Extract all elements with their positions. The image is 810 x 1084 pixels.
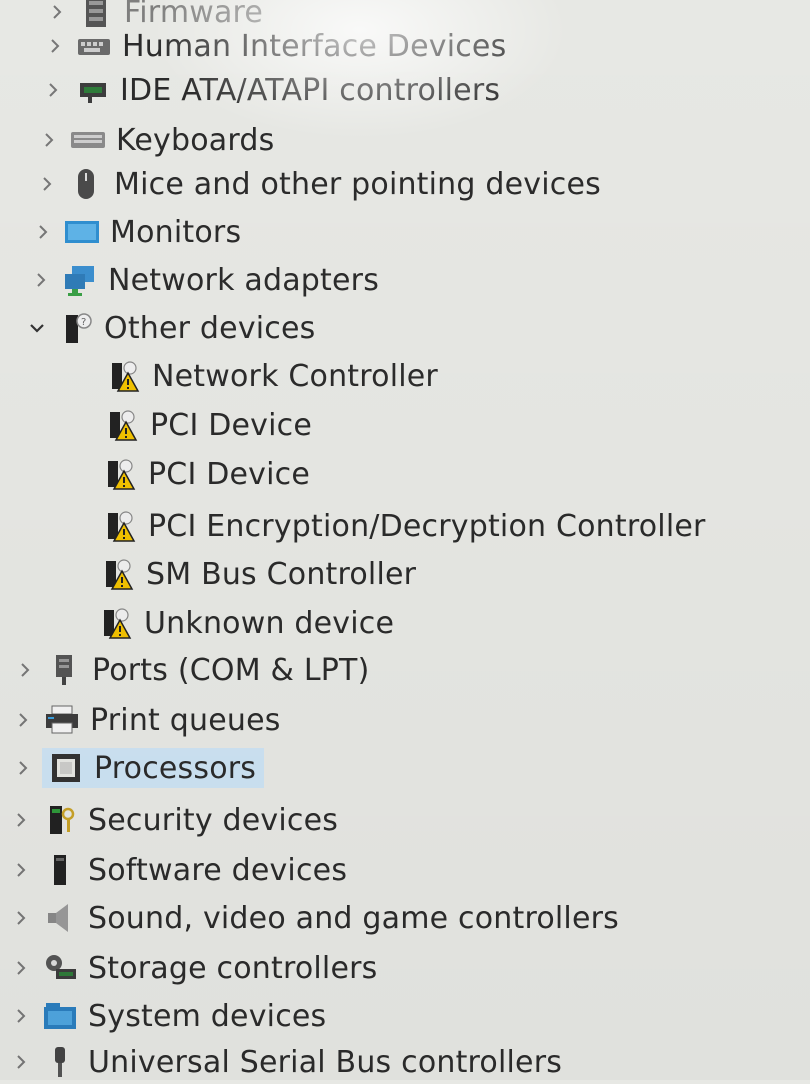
tree-item-pci-device[interactable]: PCI Device bbox=[102, 403, 312, 447]
chevron-right-icon[interactable] bbox=[8, 1049, 34, 1075]
tree-item-label: Software devices bbox=[88, 852, 348, 888]
security-device-icon bbox=[40, 802, 80, 838]
selection-highlight[interactable]: Processors bbox=[42, 748, 265, 788]
system-devices-icon bbox=[40, 998, 80, 1034]
tree-item-network-adapters[interactable]: Network adapters bbox=[28, 258, 379, 302]
tree-item-label: Mice and other pointing devices bbox=[114, 166, 601, 202]
chevron-right-icon[interactable] bbox=[44, 0, 70, 25]
tree-item-label: PCI Device bbox=[150, 407, 313, 443]
chevron-right-icon[interactable] bbox=[8, 857, 34, 883]
software-device-icon bbox=[40, 852, 80, 888]
unknown-device-warning-icon bbox=[102, 407, 142, 443]
network-adapter-icon bbox=[60, 262, 100, 298]
tree-item-label: Sound, video and game controllers bbox=[88, 900, 619, 936]
tree-item-label: IDE ATA/ATAPI controllers bbox=[120, 72, 501, 108]
tree-item-label: Ports (COM & LPT) bbox=[92, 652, 370, 688]
chevron-right-icon[interactable] bbox=[8, 807, 34, 833]
tree-item-other-devices[interactable]: ? Other devices bbox=[24, 306, 316, 350]
chevron-right-icon[interactable] bbox=[8, 1003, 34, 1029]
chevron-right-icon[interactable] bbox=[8, 955, 34, 981]
tree-item-label: Other devices bbox=[104, 310, 316, 346]
tree-item-ports[interactable]: Ports (COM & LPT) bbox=[12, 648, 370, 692]
tree-item-human-interface-devices[interactable]: Human Interface Devices bbox=[42, 24, 506, 68]
tree-item-ide-ata-atapi-controllers[interactable]: IDE ATA/ATAPI controllers bbox=[40, 68, 500, 112]
tree-item-software-devices[interactable]: Software devices bbox=[8, 848, 347, 892]
tree-item-network-controller[interactable]: Network Controller bbox=[104, 354, 438, 398]
tree-item-sm-bus-controller[interactable]: SM Bus Controller bbox=[98, 552, 416, 596]
unknown-device-warning-icon bbox=[98, 556, 138, 592]
tree-item-system-devices[interactable]: System devices bbox=[8, 994, 326, 1038]
unknown-device-warning-icon bbox=[100, 508, 140, 544]
tree-item-label: Security devices bbox=[88, 802, 339, 838]
unknown-device-warning-icon bbox=[96, 605, 136, 641]
tree-item-sound-video-game-controllers[interactable]: Sound, video and game controllers bbox=[8, 896, 619, 940]
chevron-right-icon[interactable] bbox=[40, 77, 66, 103]
tree-item-label: Keyboards bbox=[116, 122, 275, 158]
unknown-device-warning-icon bbox=[104, 358, 144, 394]
svg-text:?: ? bbox=[81, 317, 86, 328]
other-devices-icon: ? bbox=[56, 310, 96, 346]
hid-icon bbox=[74, 28, 114, 64]
tree-item-keyboards[interactable]: Keyboards bbox=[36, 118, 274, 162]
tree-item-label: SM Bus Controller bbox=[146, 556, 417, 592]
chevron-right-icon[interactable] bbox=[12, 657, 38, 683]
tree-item-label: Print queues bbox=[90, 702, 281, 738]
tree-item-label: Network Controller bbox=[152, 358, 438, 394]
keyboard-icon bbox=[68, 122, 108, 158]
usb-icon bbox=[40, 1044, 80, 1080]
chevron-right-icon[interactable] bbox=[28, 267, 54, 293]
tree-item-label: Human Interface Devices bbox=[122, 28, 507, 64]
storage-controller-icon bbox=[40, 950, 80, 986]
chevron-down-icon[interactable] bbox=[24, 315, 50, 341]
tree-item-label: System devices bbox=[88, 998, 327, 1034]
tree-item-label: Monitors bbox=[110, 214, 242, 250]
chevron-right-icon[interactable] bbox=[10, 755, 36, 781]
processor-icon bbox=[46, 750, 86, 786]
mouse-icon bbox=[66, 166, 106, 202]
tree-item-security-devices[interactable]: Security devices bbox=[8, 798, 338, 842]
port-icon bbox=[44, 652, 84, 688]
chevron-right-icon[interactable] bbox=[34, 171, 60, 197]
tree-item-pci-device[interactable]: PCI Device bbox=[100, 452, 310, 496]
chevron-right-icon[interactable] bbox=[36, 127, 62, 153]
tree-item-label: PCI Device bbox=[148, 456, 311, 492]
printer-icon bbox=[42, 702, 82, 738]
unknown-device-warning-icon bbox=[100, 456, 140, 492]
ide-controller-icon bbox=[72, 72, 112, 108]
tree-item-mice[interactable]: Mice and other pointing devices bbox=[34, 162, 601, 206]
tree-item-label: Processors bbox=[94, 750, 257, 786]
tree-item-label: Storage controllers bbox=[88, 950, 378, 986]
tree-item-label: Unknown device bbox=[144, 605, 395, 641]
tree-item-print-queues[interactable]: Print queues bbox=[10, 698, 281, 742]
chevron-right-icon[interactable] bbox=[42, 33, 68, 59]
tree-item-pci-encryption-decryption-controller[interactable]: PCI Encryption/Decryption Controller bbox=[100, 504, 706, 548]
tree-item-unknown-device[interactable]: Unknown device bbox=[96, 601, 394, 645]
device-tree: Firmware Human Interface Devices IDE ATA… bbox=[0, 0, 810, 1080]
tree-item-monitors[interactable]: Monitors bbox=[30, 210, 241, 254]
tree-item-processors[interactable]: Processors bbox=[10, 746, 265, 790]
tree-item-storage-controllers[interactable]: Storage controllers bbox=[8, 946, 377, 990]
tree-item-label: PCI Encryption/Decryption Controller bbox=[148, 508, 706, 544]
monitor-icon bbox=[62, 214, 102, 250]
tree-item-label: Network adapters bbox=[108, 262, 380, 298]
chevron-right-icon[interactable] bbox=[8, 905, 34, 931]
chevron-right-icon[interactable] bbox=[30, 219, 56, 245]
speaker-icon bbox=[40, 900, 80, 936]
tree-item-label: Universal Serial Bus controllers bbox=[88, 1044, 563, 1080]
tree-item-usb-controllers[interactable]: Universal Serial Bus controllers bbox=[8, 1040, 562, 1084]
chevron-right-icon[interactable] bbox=[10, 707, 36, 733]
